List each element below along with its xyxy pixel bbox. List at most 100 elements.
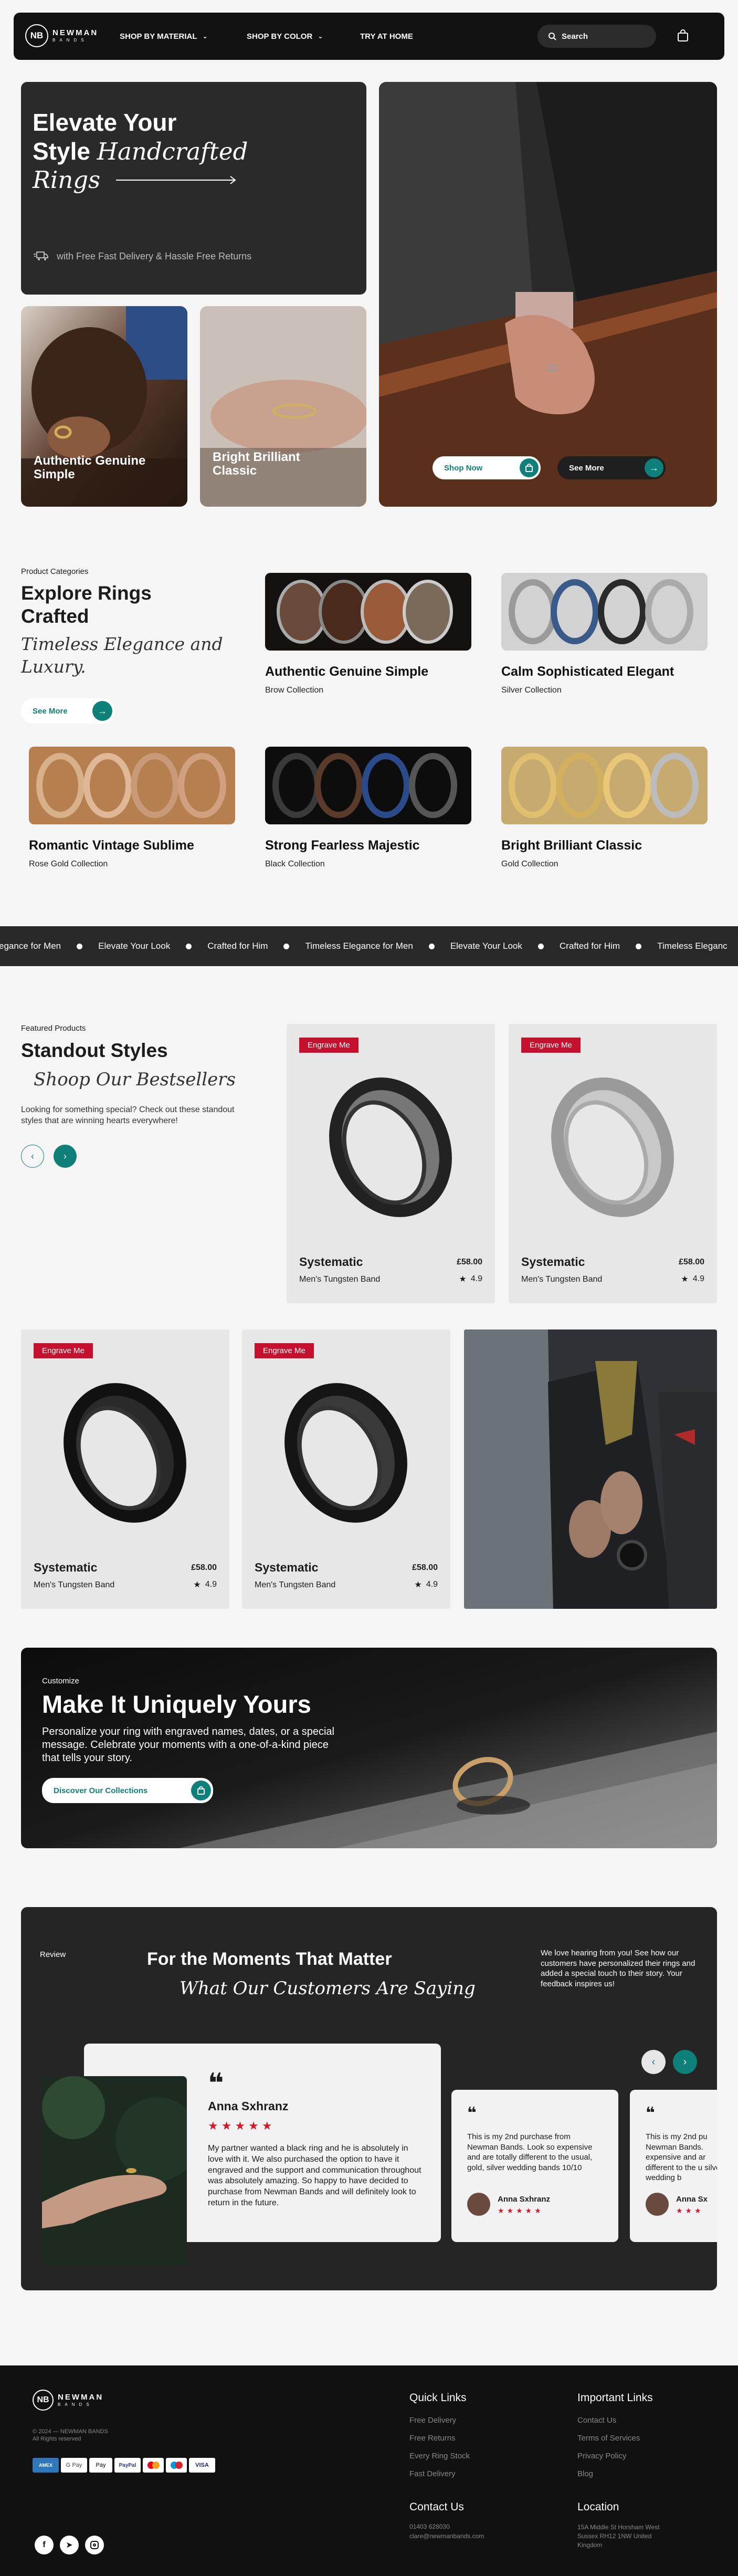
product-name: Systematic [299, 1255, 363, 1269]
reviews-intro: We love hearing from you! See how our cu… [541, 1949, 695, 1988]
product-price: £58.00 [679, 1258, 704, 1266]
footer-link[interactable]: Fast Delivery [409, 2469, 456, 2478]
nav-try-at-home[interactable]: TRY AT HOME [360, 13, 413, 60]
cart-icon[interactable] [677, 29, 689, 45]
hero-card-label: Authentic Genuine Simple [34, 454, 146, 482]
site-header: NB NEWMAN BANDS SHOP BY MATERIAL ⌄ SHOP B… [14, 13, 724, 60]
product-type: Men's Tungsten Band [521, 1275, 603, 1284]
customize-title: Make It Uniquely Yours [42, 1690, 311, 1718]
footer-link[interactable]: Terms of Services [577, 2434, 640, 2443]
arrow-right-icon: → [645, 458, 663, 477]
discover-collections-button[interactable]: Discover Our Collections [42, 1778, 213, 1803]
arrow-right-icon: → [92, 701, 112, 721]
footer-link[interactable]: Privacy Policy [577, 2452, 626, 2460]
maestro-icon [166, 2458, 187, 2473]
review-text: My partner wanted a black ring and he is… [208, 2144, 421, 2207]
reviews-prev-button[interactable]: ‹ [641, 2050, 666, 2074]
marquee-banner: egance for Men Elevate Your Look Crafted… [0, 926, 738, 966]
product-type: Men's Tungsten Band [34, 1580, 115, 1589]
brand-name: NEWMAN [52, 28, 99, 37]
visa-icon: VISA [189, 2458, 215, 2473]
rating-stars: ★★★★★ [208, 2119, 276, 2132]
product-card[interactable]: Engrave Me Systematic £58.00 Men's Tungs… [509, 1024, 717, 1303]
product-rating: ★ 4.9 [414, 1580, 438, 1589]
footer-link[interactable]: Every Ring Stock [409, 2452, 470, 2460]
reviews-section: Review For the Moments That Matter What … [21, 1907, 717, 2290]
delivery-truck-icon [34, 252, 48, 260]
footer-link[interactable]: Free Returns [409, 2434, 456, 2443]
search-icon [549, 33, 556, 40]
featured-title: Standout Styles [21, 1040, 168, 1061]
nav-shop-by-material[interactable]: SHOP BY MATERIAL ⌄ [120, 13, 208, 60]
contact-phone[interactable]: 01403 628030 [409, 2523, 450, 2530]
copyright: © 2024 — NEWMAN BANDS [33, 2428, 108, 2435]
category-subtitle: Brow Collection [265, 686, 324, 695]
next-arrow-button[interactable]: › [54, 1145, 77, 1168]
brand-logo[interactable]: NB NEWMAN BANDS [25, 24, 98, 47]
telegram-icon[interactable]: ➤ [60, 2536, 79, 2554]
nav-shop-by-color[interactable]: SHOP BY COLOR ⌄ [247, 13, 323, 60]
product-rating: ★ 4.9 [459, 1274, 482, 1284]
chevron-down-icon: ⌄ [202, 33, 208, 40]
see-more-button[interactable]: See More → [557, 456, 666, 479]
marquee-item: Timeless Elegance for Men [305, 941, 413, 951]
engrave-badge[interactable]: Engrave Me [521, 1038, 581, 1053]
marquee-item: Timeless Eleganc [657, 941, 728, 951]
category-subtitle: Black Collection [265, 860, 325, 868]
apple-pay-icon: Pay [89, 2458, 112, 2473]
featured-eyebrow: Featured Products [21, 1024, 86, 1033]
hero-photo [379, 82, 717, 507]
engrave-badge[interactable]: Engrave Me [255, 1343, 314, 1358]
reviews-subtitle: What Our Customers Are Saying [180, 1978, 476, 1999]
category-image [501, 573, 708, 651]
avatar [646, 2193, 669, 2216]
category-title: Strong Fearless Majestic [265, 838, 420, 853]
categories-see-more-button[interactable]: See More → [21, 698, 114, 724]
shop-now-button[interactable]: Shop Now [433, 456, 541, 479]
footer-link[interactable]: Free Delivery [409, 2416, 456, 2425]
product-name: Systematic [255, 1561, 319, 1574]
reviews-next-button[interactable]: › [673, 2050, 697, 2074]
customize-eyebrow: Customize [42, 1677, 79, 1685]
category-card-silver[interactable]: Calm Sophisticated Elegant Silver Collec… [501, 573, 708, 695]
category-card-brown[interactable]: Authentic Genuine Simple Brow Collection [265, 573, 471, 695]
category-card-rose-gold[interactable]: Romantic Vintage Sublime Rose Gold Colle… [29, 747, 235, 869]
brand-sub: BANDS [58, 2402, 93, 2407]
chevron-down-icon: ⌄ [318, 33, 323, 40]
marquee-item: egance for Men [0, 941, 61, 951]
product-card[interactable]: Engrave Me Systematic £58.00 Men's Tungs… [287, 1024, 495, 1303]
instagram-icon[interactable] [85, 2536, 104, 2554]
dot-icon [77, 943, 83, 949]
rating-stars: ★★★ [676, 2206, 704, 2215]
hero-card-authentic[interactable]: Authentic Genuine Simple [21, 306, 187, 507]
reviews-eyebrow: Review [40, 1950, 66, 1959]
footer-brand-logo[interactable]: NB NEWMAN BANDS [33, 2390, 103, 2411]
category-card-black[interactable]: Strong Fearless Majestic Black Collectio… [265, 747, 471, 869]
lifestyle-image [464, 1329, 717, 1609]
star-icon: ★ [681, 1275, 689, 1284]
engrave-badge[interactable]: Engrave Me [34, 1343, 93, 1358]
product-card[interactable]: Engrave Me Systematic £58.00 Men's Tungs… [242, 1329, 450, 1609]
facebook-icon[interactable]: f [35, 2536, 54, 2554]
rights-text: All Rights reserved [33, 2436, 81, 2442]
review-card-small: ❝ This is my 2nd purchase from Newman Ba… [451, 2090, 618, 2242]
category-card-gold[interactable]: Bright Brilliant Classic Gold Collection [501, 747, 708, 869]
star-icon: ★ [414, 1580, 422, 1589]
category-subtitle: Gold Collection [501, 860, 558, 868]
prev-arrow-button[interactable]: ‹ [21, 1145, 44, 1168]
contact-email[interactable]: clare@newmanbands.com [409, 2532, 484, 2540]
product-card[interactable]: Engrave Me Systematic £58.00 Men's Tungs… [21, 1329, 229, 1609]
site-footer: NB NEWMAN BANDS © 2024 — NEWMAN BANDS Al… [0, 2365, 738, 2576]
hero-card-label: Bright Brilliant Classic [213, 450, 300, 478]
paypal-icon: PayPal [114, 2458, 141, 2473]
footer-link[interactable]: Blog [577, 2469, 593, 2478]
hero-panel: Elevate Your Style Handcrafted Rings wit… [21, 82, 366, 295]
search-input[interactable]: Search [537, 25, 656, 48]
brand-monogram: NB [25, 24, 48, 47]
hero-main-image: Shop Now See More → [379, 82, 717, 507]
footer-link[interactable]: Contact Us [577, 2416, 616, 2425]
hero-card-bright[interactable]: Bright Brilliant Classic [200, 306, 366, 507]
brand-sub: BANDS [52, 38, 88, 43]
engrave-badge[interactable]: Engrave Me [299, 1038, 359, 1053]
dot-icon [636, 943, 642, 949]
